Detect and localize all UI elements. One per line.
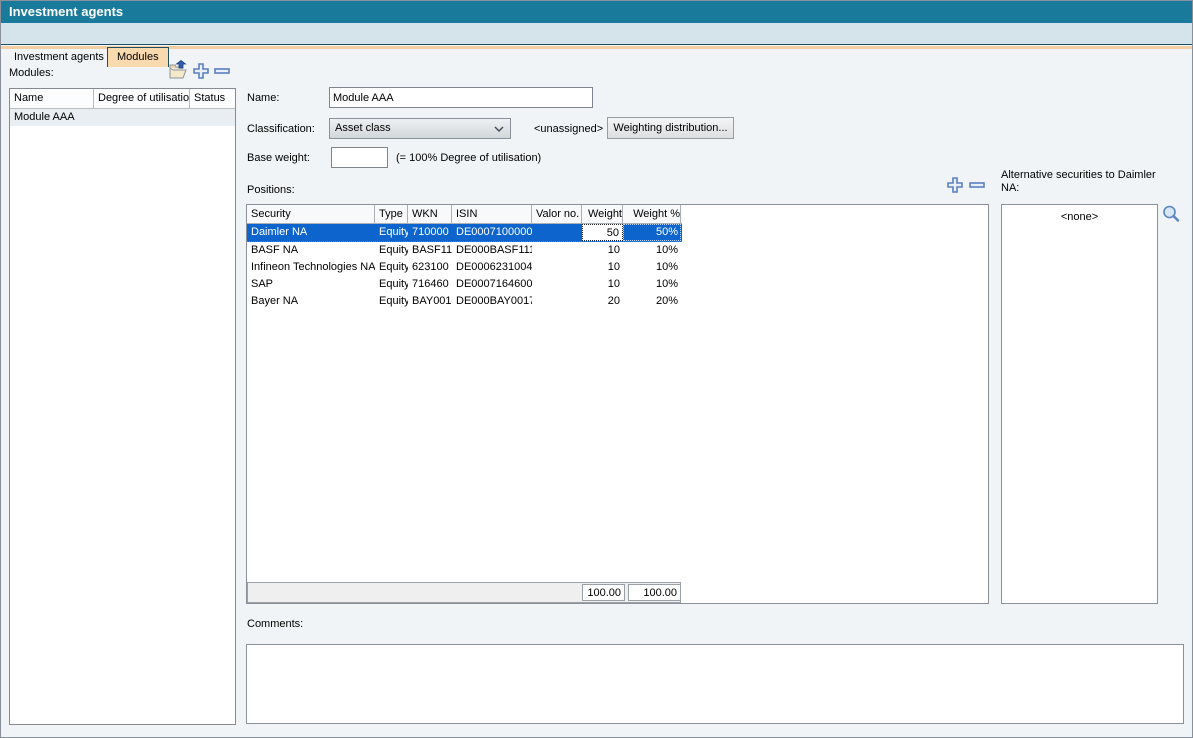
cell-weight-pct: 10% [623, 259, 681, 276]
col-weight-pct[interactable]: Weight % [623, 205, 681, 223]
cell-isin: DE000BAY0017 [452, 293, 532, 310]
col-wkn[interactable]: WKN [408, 205, 452, 223]
module-row[interactable]: Module AAA [10, 109, 235, 126]
base-weight-label: Base weight: [247, 152, 310, 164]
classification-dropdown[interactable]: Asset class [329, 118, 511, 139]
total-weight-pct: 100.00 [628, 584, 681, 601]
col-valor-no[interactable]: Valor no. [532, 205, 582, 223]
cell-weight: 10 [582, 276, 623, 293]
col-isin[interactable]: ISIN [452, 205, 532, 223]
cell-type: Equity [375, 242, 408, 259]
alternative-securities-list[interactable]: <none> [1001, 204, 1158, 604]
cell-wkn: BASF11 [408, 242, 452, 259]
remove-module-icon[interactable] [213, 62, 231, 83]
position-row-bayer[interactable]: Bayer NA Equity BAY001 DE000BAY0017 20 2… [247, 293, 682, 310]
cell-security: Bayer NA [247, 293, 375, 310]
positions-header: Security Type WKN ISIN Valor no. Weight … [247, 205, 682, 224]
name-label: Name: [247, 92, 279, 104]
add-position-icon[interactable] [946, 176, 964, 197]
cell-weight: 10 [582, 242, 623, 259]
module-degree [94, 109, 190, 126]
cell-valor [532, 224, 582, 241]
alternative-securities-label: Alternative securities to Daimler NA: [1001, 169, 1166, 195]
positions-totals-bar: 100.00 100.00 [247, 582, 681, 603]
cell-security: Infineon Technologies NA [247, 259, 375, 276]
cell-valor [532, 293, 582, 310]
cell-valor [532, 276, 582, 293]
total-weight: 100.00 [582, 584, 625, 601]
cell-type: Equity [375, 276, 408, 293]
base-weight-input[interactable] [331, 147, 388, 168]
cell-type: Equity [375, 293, 408, 310]
window-title: Investment agents [1, 1, 1192, 23]
open-folder-icon[interactable] [167, 60, 189, 85]
cell-isin: DE0006231004 [452, 259, 532, 276]
module-status [190, 109, 235, 126]
positions-table: Security Type WKN ISIN Valor no. Weight … [246, 204, 989, 604]
cell-weight: 10 [582, 259, 623, 276]
modules-table-header: Name Degree of utilisation Status [10, 89, 235, 109]
col-status[interactable]: Status [190, 89, 235, 108]
cell-weight-pct: 20% [623, 293, 681, 310]
cell-weight-pct: 10% [623, 276, 681, 293]
col-name[interactable]: Name [10, 89, 94, 108]
cell-wkn: BAY001 [408, 293, 452, 310]
cell-security: SAP [247, 276, 375, 293]
cell-wkn: 623100 [408, 259, 452, 276]
active-tab-strip [1, 46, 1192, 49]
cell-isin: DE000BASF111 [452, 242, 532, 259]
classification-value: Asset class [335, 122, 391, 134]
cell-security: BASF NA [247, 242, 375, 259]
cell-wkn: 710000 [408, 224, 452, 241]
module-name: Module AAA [10, 109, 94, 126]
modules-label: Modules: [9, 67, 54, 79]
weight-edit-cell[interactable]: 50 [582, 224, 623, 241]
cell-valor [532, 242, 582, 259]
cell-weight-pct: 50% [623, 224, 681, 241]
search-icon[interactable] [1161, 204, 1181, 227]
position-row-sap[interactable]: SAP Equity 716460 DE0007164600 10 10% [247, 276, 682, 293]
cell-type: Equity [375, 259, 408, 276]
cell-isin: DE0007164600 [452, 276, 532, 293]
position-row-daimler[interactable]: Daimler NA Equity 710000 DE0007100000 50… [247, 224, 682, 242]
positions-label: Positions: [247, 184, 295, 196]
unassigned-text: <unassigned> [534, 123, 603, 135]
cell-security: Daimler NA [247, 224, 375, 241]
cell-weight-pct: 10% [623, 242, 681, 259]
app-window: Investment agents Investment agents Modu… [0, 0, 1193, 738]
remove-position-icon[interactable] [968, 176, 986, 197]
base-weight-hint: (= 100% Degree of utilisation) [396, 152, 541, 164]
cell-isin: DE0007100000 [452, 224, 532, 241]
tab-investment-agents[interactable]: Investment agents [5, 48, 114, 66]
col-weight[interactable]: Weight [582, 205, 623, 223]
position-row-basf[interactable]: BASF NA Equity BASF11 DE000BASF111 10 10… [247, 242, 682, 259]
cell-type: Equity [375, 224, 408, 241]
tab-modules[interactable]: Modules [107, 47, 169, 67]
tab-bar: Investment agents Modules [1, 23, 1192, 45]
name-input[interactable] [329, 87, 593, 108]
col-degree-of-utilisation[interactable]: Degree of utilisation [94, 89, 190, 108]
comments-label: Comments: [247, 618, 303, 630]
classification-label: Classification: [247, 123, 315, 135]
weighting-distribution-button[interactable]: Weighting distribution... [607, 117, 734, 139]
cell-weight: 20 [582, 293, 623, 310]
col-type[interactable]: Type [375, 205, 408, 223]
add-module-icon[interactable] [192, 62, 210, 83]
cell-valor [532, 259, 582, 276]
comments-textarea[interactable] [246, 644, 1184, 724]
col-security[interactable]: Security [247, 205, 375, 223]
modules-table: Name Degree of utilisation Status Module… [9, 88, 236, 725]
alternative-securities-value: <none> [1061, 211, 1098, 223]
chevron-down-icon [494, 126, 504, 132]
position-row-infineon[interactable]: Infineon Technologies NA Equity 623100 D… [247, 259, 682, 276]
cell-wkn: 716460 [408, 276, 452, 293]
